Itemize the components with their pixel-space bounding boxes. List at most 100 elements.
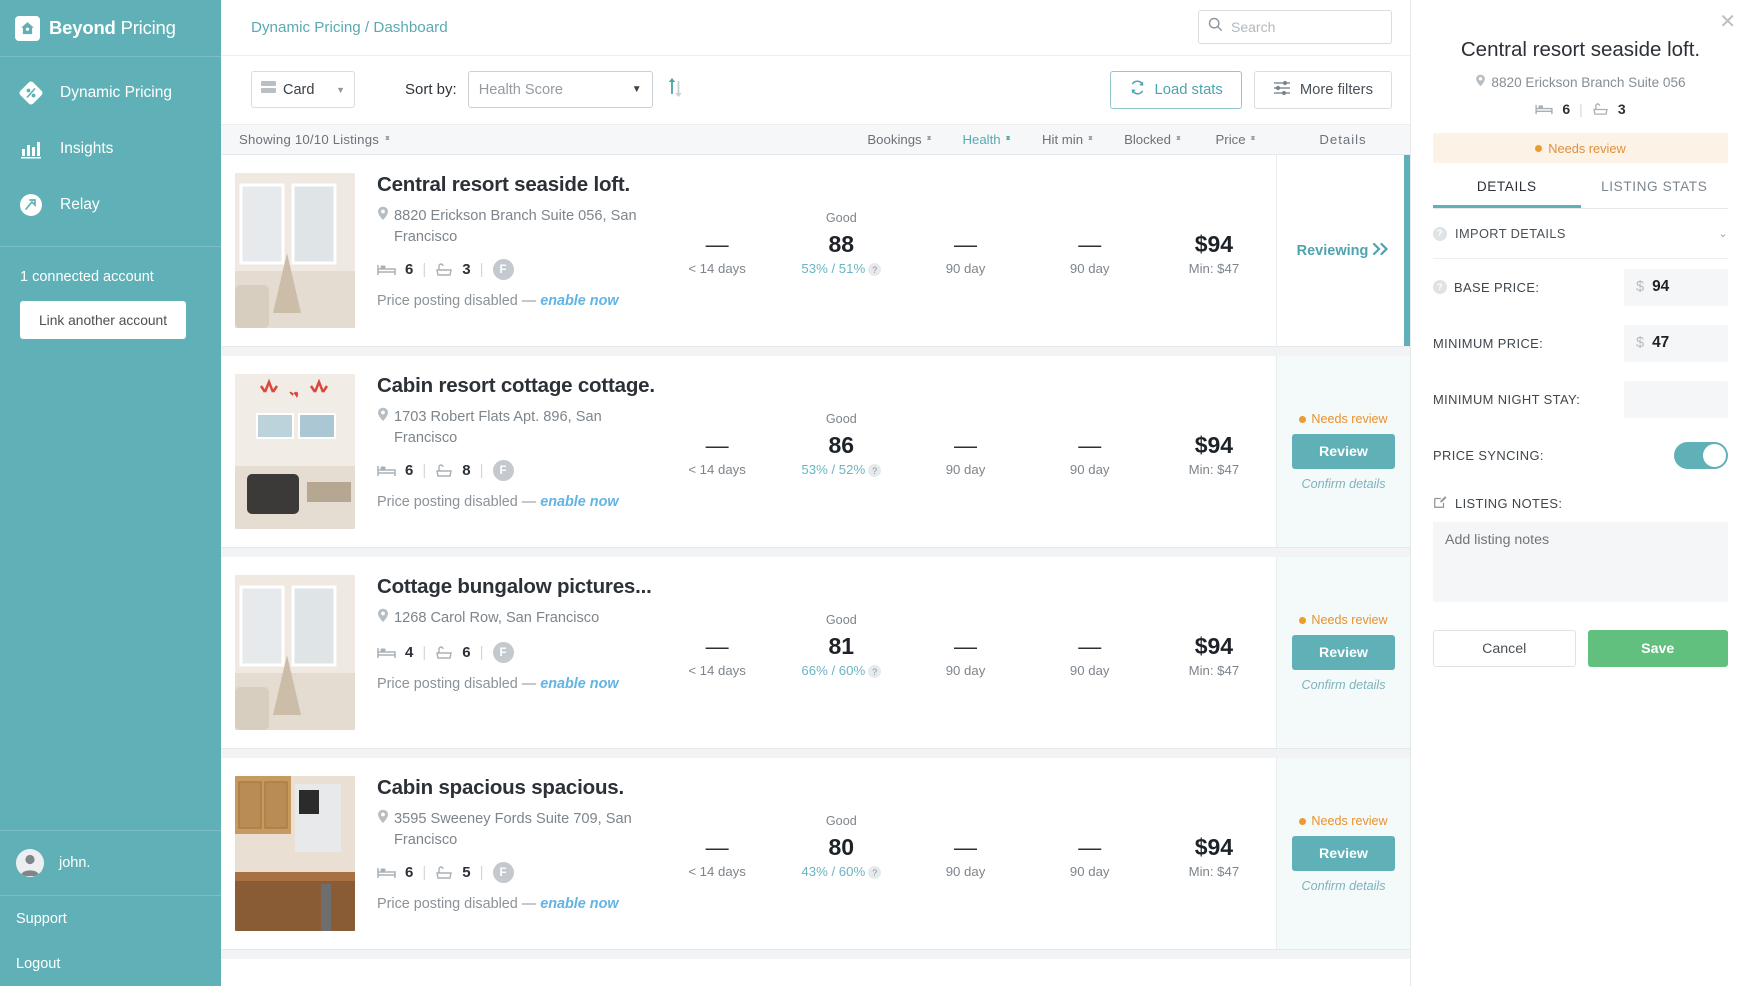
- listing-address: 1268 Carol Row, San Francisco: [377, 608, 655, 631]
- minimum-price-field[interactable]: $ 47: [1624, 325, 1728, 362]
- chevron-down-icon: ⌄: [1718, 227, 1728, 240]
- view-mode-select[interactable]: Card ▼: [251, 71, 355, 108]
- health-caption: Good: [779, 814, 903, 830]
- listing-thumbnail[interactable]: [235, 776, 355, 931]
- review-button[interactable]: Review: [1292, 434, 1395, 469]
- help-icon[interactable]: ?: [868, 866, 881, 879]
- save-button[interactable]: Save: [1588, 630, 1729, 667]
- help-icon[interactable]: ?: [868, 263, 881, 276]
- stat-caption: [1152, 412, 1276, 428]
- enable-now-link[interactable]: enable now: [540, 293, 618, 309]
- column-header-hit-min[interactable]: Hit min ▲▼: [1026, 132, 1110, 147]
- load-stats-button[interactable]: Load stats: [1110, 71, 1242, 109]
- stat-caption: [1028, 613, 1152, 629]
- hitmin-sub: 90 day: [903, 261, 1027, 276]
- connected-accounts-label: 1 connected account: [20, 269, 201, 285]
- list-item[interactable]: Central resort seaside loft. 8820 Ericks…: [221, 155, 1410, 347]
- listing-title[interactable]: Cottage bungalow pictures...: [377, 575, 655, 599]
- sidebar-item-relay[interactable]: Relay: [0, 177, 221, 233]
- column-label: Bookings: [867, 132, 921, 147]
- needs-review-label: Needs review: [1311, 814, 1387, 828]
- help-icon[interactable]: ?: [868, 464, 881, 477]
- search-box[interactable]: [1198, 10, 1392, 44]
- sidebar-item-dynamic-pricing[interactable]: Dynamic Pricing: [0, 65, 221, 121]
- column-header-price[interactable]: Price ▲▼: [1196, 132, 1276, 147]
- cancel-button[interactable]: Cancel: [1433, 630, 1576, 667]
- help-icon[interactable]: ?: [1433, 227, 1447, 241]
- load-stats-label: Load stats: [1155, 82, 1223, 98]
- search-input[interactable]: [1231, 19, 1371, 35]
- enable-now-link[interactable]: enable now: [540, 676, 618, 692]
- list-item[interactable]: Cabin resort cottage cottage. 1703 Rober…: [221, 356, 1410, 548]
- enable-now-link[interactable]: enable now: [540, 494, 618, 510]
- price-sub: Min: $47: [1152, 462, 1276, 477]
- confirm-details-label[interactable]: Confirm details: [1302, 477, 1386, 491]
- column-header-details: Details: [1276, 132, 1410, 147]
- listing-notes-label-text: LISTING NOTES:: [1455, 496, 1562, 511]
- list-item[interactable]: Cottage bungalow pictures... 1268 Carol …: [221, 557, 1410, 749]
- enable-now-link[interactable]: enable now: [540, 896, 618, 912]
- minimum-night-stay-field[interactable]: [1624, 381, 1728, 418]
- review-button[interactable]: Review: [1292, 635, 1395, 670]
- location-pin-icon: [1475, 74, 1486, 91]
- listings-list[interactable]: Central resort seaside loft. 8820 Ericks…: [221, 155, 1410, 986]
- link-another-account-button[interactable]: Link another account: [20, 301, 186, 339]
- hitmin-value: —: [903, 629, 1027, 663]
- status-dot-icon: [1535, 145, 1542, 152]
- breadcrumb[interactable]: Dynamic Pricing / Dashboard: [251, 19, 448, 36]
- panel-needs-review-label: Needs review: [1548, 141, 1626, 156]
- channel-badge: F: [493, 460, 514, 481]
- listing-title[interactable]: Cabin spacious spacious.: [377, 776, 655, 800]
- more-filters-button[interactable]: More filters: [1254, 71, 1392, 109]
- health-caption: Good: [779, 412, 903, 428]
- close-icon[interactable]: ✕: [1719, 12, 1736, 32]
- column-header-bookings[interactable]: Bookings ▲▼: [852, 132, 948, 147]
- toolbar: Card ▼ Sort by: Health Score ▼ Load stat…: [221, 56, 1410, 125]
- review-button[interactable]: Review: [1292, 836, 1395, 871]
- list-item[interactable]: Cabin spacious spacious. 3595 Sweeney Fo…: [221, 758, 1410, 950]
- help-icon[interactable]: ?: [1433, 280, 1447, 294]
- blocked-value: —: [1028, 629, 1152, 663]
- tab-details[interactable]: DETAILS: [1433, 179, 1581, 208]
- listing-title[interactable]: Central resort seaside loft.: [377, 173, 655, 197]
- stat-caption: [655, 613, 779, 629]
- bookings-sub: < 14 days: [655, 261, 779, 276]
- list-item[interactable]: [221, 959, 1410, 986]
- bed-icon: [377, 464, 396, 478]
- base-price-value: 94: [1652, 278, 1669, 296]
- reviewing-link[interactable]: Reviewing: [1297, 243, 1391, 259]
- listing-notes-textarea[interactable]: [1433, 522, 1728, 602]
- confirm-details-label[interactable]: Confirm details: [1302, 678, 1386, 692]
- bed-icon: [377, 866, 396, 880]
- listing-thumbnail[interactable]: [235, 173, 355, 328]
- listing-card-body: Cabin resort cottage cottage. 1703 Rober…: [221, 356, 1276, 547]
- currency-symbol: $: [1636, 279, 1644, 295]
- base-price-field[interactable]: $ 94: [1624, 269, 1728, 306]
- tab-listing-stats[interactable]: LISTING STATS: [1581, 179, 1729, 208]
- user-name: john.: [59, 855, 90, 871]
- sidebar-user-row[interactable]: john.: [0, 830, 221, 896]
- column-header-blocked[interactable]: Blocked ▲▼: [1110, 132, 1196, 147]
- listing-thumbnail[interactable]: [235, 374, 355, 529]
- stat-caption: [903, 613, 1027, 629]
- price-posting-text: Price posting disabled —: [377, 896, 540, 912]
- help-icon[interactable]: ?: [868, 665, 881, 678]
- beds-count: 6: [405, 462, 413, 479]
- confirm-details-label[interactable]: Confirm details: [1302, 879, 1386, 893]
- price-syncing-toggle[interactable]: [1674, 442, 1728, 469]
- listing-title[interactable]: Cabin resort cottage cottage.: [377, 374, 655, 398]
- import-details-row[interactable]: ? IMPORT DETAILS ⌄: [1433, 209, 1728, 259]
- sidebar-item-insights[interactable]: Insights: [0, 121, 221, 177]
- listing-thumbnail[interactable]: [235, 575, 355, 730]
- hitmin-value: —: [903, 227, 1027, 261]
- stat-caption: [1152, 211, 1276, 227]
- column-header-health[interactable]: Health ▲▼: [948, 132, 1026, 147]
- sidebar-item-support[interactable]: Support: [0, 896, 221, 941]
- stat-caption: [903, 814, 1027, 830]
- sort-by-select[interactable]: Health Score ▼: [468, 71, 653, 108]
- sort-direction-toggle[interactable]: [667, 76, 684, 103]
- listing-stats: — < 14 days Good 88 53% / 51%? — 90 day: [655, 173, 1276, 328]
- sidebar-item-logout[interactable]: Logout: [0, 941, 221, 986]
- showing-count[interactable]: Showing 10/10 Listings ▲▼: [239, 132, 391, 147]
- brand-logo-area[interactable]: Beyond Pricing: [0, 0, 221, 57]
